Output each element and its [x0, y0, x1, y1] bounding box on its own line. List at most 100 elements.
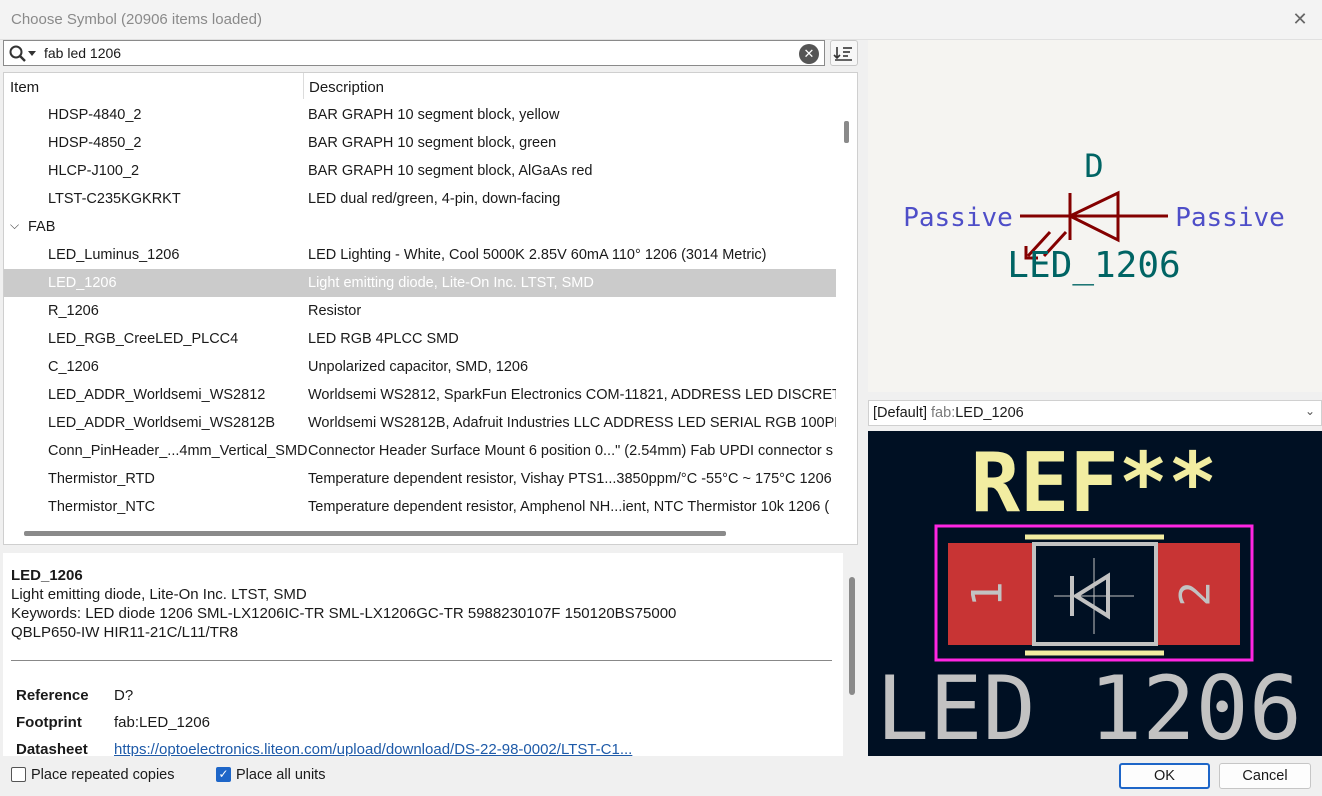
tree-group-row[interactable]: ⌵ FAB: [4, 213, 836, 241]
sort-options-button[interactable]: [830, 40, 858, 66]
clear-search-icon[interactable]: ✕: [799, 44, 819, 64]
table-row[interactable]: LED_1206 Light emitting diode, Lite-On In…: [4, 269, 836, 297]
row-description: LED dual red/green, 4-pin, down-facing: [308, 191, 561, 207]
details-scroll-thumb[interactable]: [849, 577, 855, 695]
column-divider[interactable]: [303, 73, 304, 99]
row-item-name: C_1206: [48, 359, 99, 375]
table-row[interactable]: R_1206 Resistor: [4, 297, 836, 325]
symbol-canvas: D Passive Passive LED_1206: [903, 147, 1285, 286]
pad-2-label: 2: [1171, 581, 1220, 606]
table-row[interactable]: HDSP-4840_2 BAR GRAPH 10 segment block, y…: [4, 101, 836, 129]
table-row[interactable]: LED_Luminus_1206 LED Lighting - White, Co…: [4, 241, 836, 269]
footprint-value: fab:LED_1206: [114, 714, 210, 731]
table-row[interactable]: LED_RGB_CreeLED_PLCC4 LED RGB 4PLCC SMD: [4, 325, 836, 353]
column-header-description[interactable]: Description: [309, 79, 384, 96]
ok-button[interactable]: OK: [1119, 763, 1210, 789]
symbol-ref-text: D: [1084, 147, 1103, 185]
row-item-name: Thermistor_NTC: [48, 499, 156, 515]
row-item-name: HLCP-J100_2: [48, 163, 140, 179]
row-item-name: LED_ADDR_Worldsemi_WS2812B: [48, 415, 275, 431]
search-icon[interactable]: [8, 44, 38, 64]
symbol-value-text: LED_1206: [1007, 245, 1180, 286]
pin-right-label: Passive: [1175, 203, 1285, 233]
row-item-name: R_1206: [48, 303, 99, 319]
footprint-selector-prefix: [Default]: [873, 405, 927, 421]
table-row[interactable]: Conn_PinHeader_...4mm_Vertical_SMD Connec…: [4, 437, 836, 465]
table-row[interactable]: LTST-C235KGKRKT LED dual red/green, 4-pin…: [4, 185, 836, 213]
row-description: LED Lighting - White, Cool 5000K 2.85V 6…: [308, 247, 767, 263]
cancel-button[interactable]: Cancel: [1219, 763, 1311, 789]
table-row[interactable]: Thermistor_RTD Temperature dependent resi…: [4, 465, 836, 493]
row-description: Resistor: [308, 303, 362, 319]
table-row[interactable]: C_1206 Unpolarized capacitor, SMD, 1206: [4, 353, 836, 381]
row-description: Temperature dependent resistor, Vishay P…: [308, 471, 832, 487]
close-icon[interactable]: ✕: [1289, 8, 1311, 30]
expand-chevron-icon[interactable]: ⌵: [10, 218, 19, 233]
reference-value: D?: [114, 687, 134, 704]
footprint-selector-name: LED_1206: [955, 405, 1024, 421]
footprint-label: Footprint: [16, 714, 82, 731]
tree-header: Item Description: [4, 73, 839, 101]
search-box[interactable]: ✕: [3, 40, 825, 66]
symbol-preview: D Passive Passive LED_1206: [868, 40, 1322, 392]
table-row[interactable]: Thermistor_NTC Temperature dependent resi…: [4, 493, 836, 521]
place-all-units-label[interactable]: Place all units: [236, 767, 325, 783]
details-title: LED_1206: [11, 567, 83, 584]
vertical-scroll-thumb[interactable]: [844, 121, 849, 143]
row-item-name: LED_RGB_CreeLED_PLCC4: [48, 331, 239, 347]
reference-label: Reference: [16, 687, 89, 704]
footprint-selector[interactable]: [Default] fab:LED_1206 ⌄: [868, 400, 1322, 426]
row-description: BAR GRAPH 10 segment block, green: [308, 135, 557, 151]
pad-1-label: 1: [963, 581, 1012, 606]
row-item-name: FAB: [28, 219, 56, 235]
row-item-name: Thermistor_RTD: [48, 471, 155, 487]
search-input[interactable]: [42, 42, 782, 64]
row-description: Temperature dependent resistor, Amphenol…: [308, 499, 830, 515]
divider: [11, 660, 832, 661]
place-repeated-checkbox[interactable]: [11, 767, 26, 782]
details-keywords-cont: QBLP650-IW HIR11-21C/L11/TR8: [11, 624, 239, 641]
row-item-name: Conn_PinHeader_...4mm_Vertical_SMD: [48, 443, 308, 459]
row-item-name: LED_ADDR_Worldsemi_WS2812: [48, 387, 266, 403]
row-item-name: HDSP-4850_2: [48, 135, 142, 151]
row-description: Connector Header Surface Mount 6 positio…: [308, 443, 833, 459]
fab-outline: [1032, 542, 1158, 646]
title-bar: Choose Symbol (20906 items loaded) ✕: [0, 0, 1322, 40]
details-description: Light emitting diode, Lite-On Inc. LTST,…: [11, 586, 307, 603]
details-keywords: Keywords: LED diode 1206 SML-LX1206IC-TR…: [11, 605, 677, 622]
footprint-selector-lib: fab:: [931, 405, 956, 421]
footprint-ref-text: REF**: [971, 436, 1218, 531]
horizontal-scroll-thumb[interactable]: [24, 531, 726, 536]
chevron-down-icon[interactable]: ⌄: [1305, 404, 1315, 418]
row-item-name: LED_1206: [48, 275, 117, 291]
table-row[interactable]: LED_ADDR_Worldsemi_WS2812 Worldsemi WS281…: [4, 381, 836, 409]
row-description: LED RGB 4PLCC SMD: [308, 331, 459, 347]
footprint-preview: REF** 1 2 LED_1206: [868, 431, 1322, 756]
table-row[interactable]: HLCP-J100_2 BAR GRAPH 10 segment block, A…: [4, 157, 836, 185]
symbol-tree[interactable]: Item Description HDSP-4840_2 BAR GRAPH 10…: [3, 72, 858, 545]
symbol-details: LED_1206 Light emitting diode, Lite-On I…: [3, 553, 843, 756]
row-description: Light emitting diode, Lite-On Inc. LTST,…: [308, 275, 594, 291]
row-item-name: HDSP-4840_2: [48, 107, 142, 123]
datasheet-link[interactable]: https://optoelectronics.liteon.com/uploa…: [114, 741, 632, 756]
place-all-units-checkbox[interactable]: ✓: [216, 767, 231, 782]
place-repeated-label[interactable]: Place repeated copies: [31, 767, 175, 783]
table-row[interactable]: HDSP-4850_2 BAR GRAPH 10 segment block, g…: [4, 129, 836, 157]
row-description: Worldsemi WS2812, SparkFun Electronics C…: [308, 387, 836, 403]
row-description: BAR GRAPH 10 segment block, yellow: [308, 107, 560, 123]
row-item-name: LTST-C235KGKRKT: [48, 191, 181, 207]
bottom-bar: Place repeated copies ✓ Place all units …: [0, 758, 1322, 796]
row-description: Unpolarized capacitor, SMD, 1206: [308, 359, 529, 375]
datasheet-label: Datasheet: [16, 741, 88, 756]
pin-left-label: Passive: [903, 203, 1013, 233]
row-item-name: LED_Luminus_1206: [48, 247, 180, 263]
row-description: Worldsemi WS2812B, Adafruit Industries L…: [308, 415, 836, 431]
footprint-canvas: REF** 1 2 LED_1206: [876, 436, 1302, 756]
table-row[interactable]: LED_ADDR_Worldsemi_WS2812B Worldsemi WS28…: [4, 409, 836, 437]
window-title: Choose Symbol (20906 items loaded): [11, 11, 262, 28]
row-description: BAR GRAPH 10 segment block, AlGaAs red: [308, 163, 593, 179]
column-header-item[interactable]: Item: [10, 79, 39, 96]
sort-icon: [833, 47, 852, 61]
footprint-value-text: LED_1206: [876, 657, 1302, 756]
fab-diode-mark: [1054, 558, 1134, 634]
